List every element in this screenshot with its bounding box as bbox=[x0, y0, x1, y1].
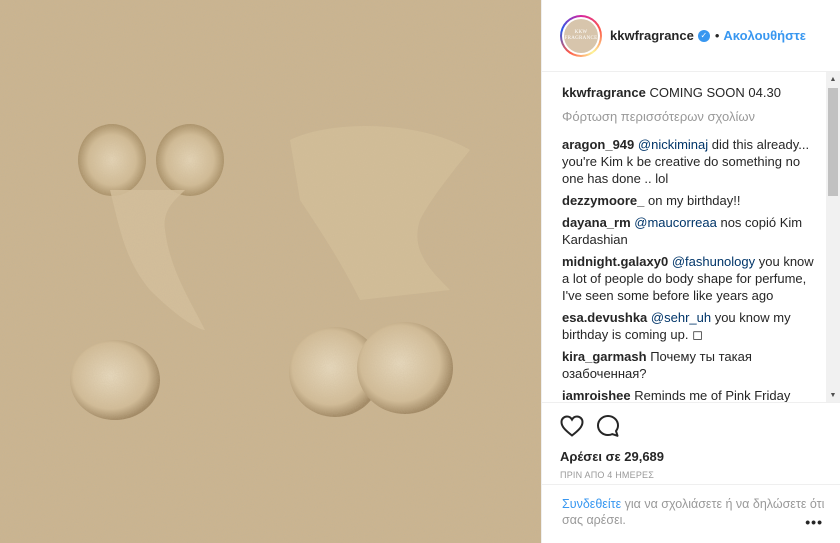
post-header: KKW FRAGRANCE kkwfragrance ✓ • Ακολουθήσ… bbox=[542, 0, 840, 72]
follow-button[interactable]: Ακολουθήστε bbox=[723, 28, 806, 43]
sand-body-imprint-image bbox=[0, 0, 541, 543]
comment-mention[interactable]: @sehr_uh bbox=[651, 310, 711, 325]
instagram-post-view: KKW FRAGRANCE kkwfragrance ✓ • Ακολουθήσ… bbox=[0, 0, 840, 543]
header-separator: • bbox=[714, 28, 720, 43]
comment-button[interactable] bbox=[596, 414, 620, 438]
comments-scrollbar[interactable]: ▲ ▼ bbox=[826, 72, 840, 402]
post-photo[interactable] bbox=[0, 0, 541, 543]
like-button[interactable] bbox=[560, 414, 584, 438]
comment-mention[interactable]: @nickiminaj bbox=[638, 137, 708, 152]
comment-mention[interactable]: @fashunology bbox=[672, 254, 755, 269]
comment-item: esa.devushka @sehr_uh you know my birthd… bbox=[562, 309, 820, 343]
comment-username[interactable]: dayana_rm bbox=[562, 215, 631, 230]
comment-username[interactable]: dezzymoore_ bbox=[562, 193, 644, 208]
login-prompt: Συνδεθείτε για να σχολιάσετε ή να δηλώσε… bbox=[542, 484, 840, 543]
caption-text: COMING SOON 04.30 bbox=[649, 85, 781, 100]
comment-icon bbox=[597, 415, 619, 437]
more-options-icon[interactable]: ••• bbox=[805, 514, 823, 530]
avatar[interactable]: KKW FRAGRANCE bbox=[560, 14, 602, 57]
post-side-panel: KKW FRAGRANCE kkwfragrance ✓ • Ακολουθήσ… bbox=[541, 0, 840, 543]
load-more-comments-link[interactable]: Φόρτωση περισσότερων σχολίων bbox=[562, 108, 825, 126]
likes-count[interactable]: Αρέσει σε 29,689 bbox=[560, 449, 825, 464]
avatar-logo: KKW FRAGRANCE bbox=[564, 18, 598, 53]
comment-item: aragon_949 @nickiminaj did this already.… bbox=[562, 136, 820, 187]
avatar-frame: KKW FRAGRANCE bbox=[562, 16, 600, 55]
comment-username[interactable]: midnight.galaxy0 bbox=[562, 254, 668, 269]
comment-text: on my birthday!! bbox=[648, 193, 741, 208]
post-actions: Αρέσει σε 29,689 ΠΡΙΝ ΑΠΟ 4 ΗΜΕΡΕΣ bbox=[542, 402, 840, 480]
scroll-up-arrow-icon[interactable]: ▲ bbox=[826, 72, 840, 86]
post-timestamp[interactable]: ΠΡΙΝ ΑΠΟ 4 ΗΜΕΡΕΣ bbox=[560, 470, 825, 480]
comment-username[interactable]: kira_garmash bbox=[562, 349, 647, 364]
comment-item: dezzymoore_ on my birthday!! bbox=[562, 192, 820, 209]
caption-username[interactable]: kkwfragrance bbox=[562, 85, 646, 100]
action-icons bbox=[560, 413, 825, 439]
scrollbar-thumb[interactable] bbox=[828, 88, 838, 196]
login-link[interactable]: Συνδεθείτε bbox=[562, 497, 621, 511]
comment-item: dayana_rm @maucorreaa nos copió Kim Kard… bbox=[562, 214, 820, 248]
verified-badge-icon: ✓ bbox=[697, 29, 710, 42]
comment-username[interactable]: esa.devushka bbox=[562, 310, 647, 325]
header-username[interactable]: kkwfragrance bbox=[610, 28, 694, 43]
comment-item: iamroishee Reminds me of Pink Friday per… bbox=[562, 387, 820, 402]
post-caption: kkwfragrance COMING SOON 04.30 bbox=[562, 84, 825, 102]
comment-item: kira_garmash Почему ты такая озабоченная… bbox=[562, 348, 820, 382]
comments-list[interactable]: kkwfragrance COMING SOON 04.30 Φόρτωση π… bbox=[542, 72, 840, 402]
heart-icon bbox=[560, 415, 584, 437]
comment-item: midnight.galaxy0 @fashunology you know a… bbox=[562, 253, 820, 304]
comment-username[interactable]: aragon_949 bbox=[562, 137, 634, 152]
comment-mention[interactable]: @maucorreaa bbox=[634, 215, 717, 230]
scroll-down-arrow-icon[interactable]: ▼ bbox=[826, 388, 840, 402]
comment-username[interactable]: iamroishee bbox=[562, 388, 631, 402]
